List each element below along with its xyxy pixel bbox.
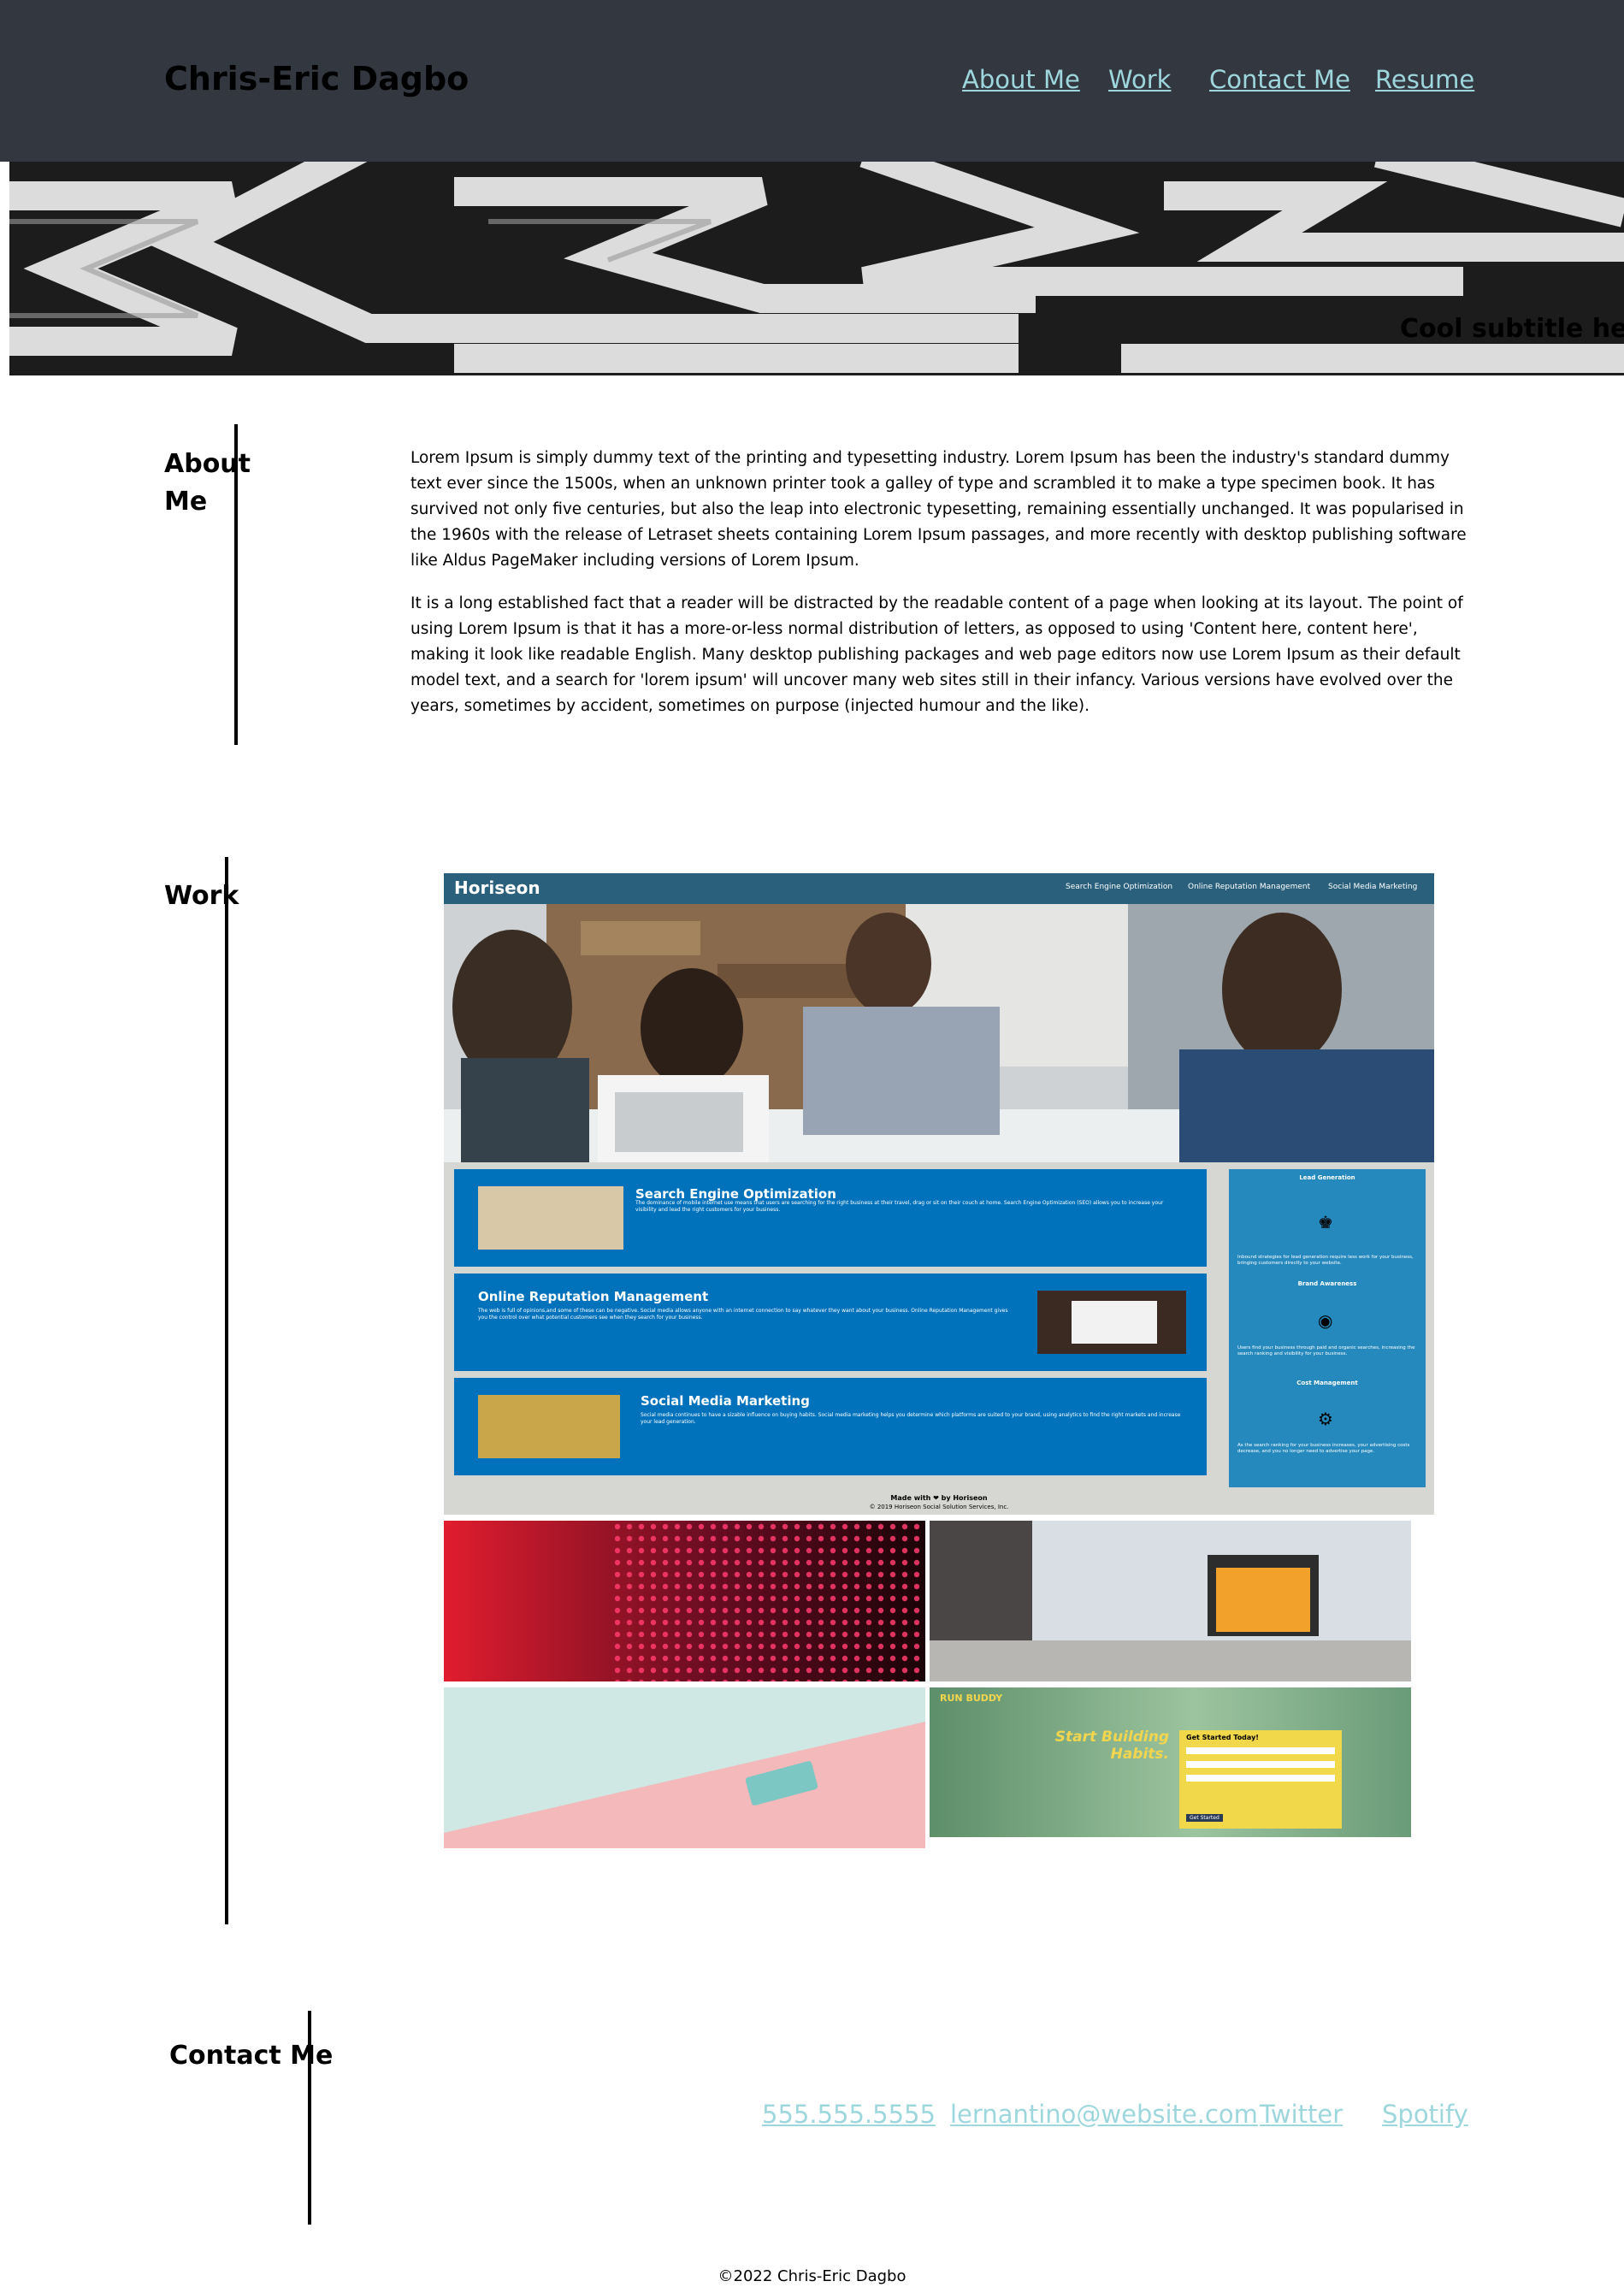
contact-email-link[interactable]: lernantino@website.com (950, 2100, 1258, 2129)
site-footer: ©2022 Chris-Eric Dagbo (0, 2267, 1624, 2285)
nav-link-resume[interactable]: Resume (1375, 65, 1474, 94)
card-text: The dominance of mobile internet use mea… (635, 1200, 1164, 1213)
horiseon-nav-item: Online Reputation Management (1188, 883, 1311, 891)
nav-link-about-me[interactable]: About Me (962, 65, 1080, 94)
featured-project-horiseon[interactable]: Horiseon Search Engine Optimization Onli… (444, 873, 1434, 1515)
project-tile-calculator[interactable] (930, 1521, 1411, 1681)
nav-link-contact-me[interactable]: Contact Me (1209, 65, 1350, 94)
horiseon-card-seo: Search Engine Optimization The dominance… (454, 1169, 1207, 1267)
card-title: Online Reputation Management (478, 1289, 709, 1304)
smm-image (478, 1395, 620, 1458)
hero-subtitle: Cool subtitle here! (1400, 314, 1624, 344)
benefit-title: Cost Management (1296, 1380, 1358, 1386)
run-buddy-headline: Start Building Habits. (1054, 1729, 1169, 1763)
horiseon-brand: Horiseon (454, 878, 540, 898)
nav-link-work[interactable]: Work (1108, 65, 1171, 94)
project-tile-pastel[interactable] (444, 1687, 925, 1848)
orm-image (1037, 1291, 1186, 1354)
about-paragraph: It is a long established fact that a rea… (410, 594, 1463, 715)
hero-banner: Cool subtitle here! (9, 162, 1624, 375)
benefit-text: As the search ranking for your business … (1237, 1443, 1410, 1454)
horiseon-hero-photo (444, 904, 1434, 1162)
site-header: Chris-Eric Dagbo About Me Work Contact M… (0, 0, 1624, 162)
contact-links: 555.555.5555 lernantino@website.com Twit… (0, 2100, 1624, 2134)
horiseon-nav-item: Social Media Marketing (1328, 883, 1418, 891)
horiseon-copyright: © 2019 Horiseon Social Solution Services… (869, 1504, 1009, 1510)
brand-awareness-icon: ◉ (1318, 1310, 1333, 1331)
run-buddy-form: Get Started Today! Get Started (1179, 1730, 1342, 1829)
benefit-title: Lead Generation (1299, 1174, 1355, 1181)
work-divider (225, 857, 228, 1924)
project-tile-red-lights[interactable] (444, 1521, 925, 1681)
hero-maze-image (9, 162, 1624, 375)
pastel-device-image (444, 1687, 925, 1848)
horiseon-card-smm: Social Media Marketing Social media cont… (454, 1378, 1207, 1475)
contact-phone-link[interactable]: 555.555.5555 (762, 2100, 936, 2129)
card-title: Social Media Marketing (641, 1393, 810, 1409)
benefit-title: Brand Awareness (1297, 1280, 1357, 1287)
run-buddy-brand: RUN BUDDY (940, 1693, 1003, 1704)
run-buddy-form-title: Get Started Today! (1186, 1734, 1259, 1741)
seo-image (478, 1186, 623, 1250)
main-nav: About Me Work Contact Me Resume (0, 65, 1624, 99)
contact-spotify-link[interactable]: Spotify (1382, 2100, 1468, 2129)
horiseon-footer-made-with: Made with ❤ by Horiseon (890, 1494, 988, 1502)
horiseon-nav-item: Search Engine Optimization (1066, 883, 1173, 891)
about-paragraph: Lorem Ipsum is simply dummy text of the … (410, 449, 1467, 570)
contact-twitter-link[interactable]: Twitter (1260, 2100, 1343, 2129)
benefit-text: Users find your business through paid an… (1237, 1345, 1415, 1356)
card-text: Social media continues to have a sizable… (641, 1412, 1181, 1425)
red-lights-image (444, 1521, 925, 1681)
calculator-laptop-image (930, 1521, 1411, 1681)
about-text: Lorem Ipsum is simply dummy text of the … (410, 446, 1475, 736)
lead-generation-icon: ♚ (1318, 1212, 1333, 1232)
card-text: The web is full of opinions,and some of … (478, 1308, 1008, 1321)
benefit-text: Inbound strategies for lead generation r… (1237, 1255, 1414, 1266)
horiseon-header: Horiseon Search Engine Optimization Onli… (444, 873, 1434, 904)
project-tile-run-buddy[interactable]: RUN BUDDY Start Building Habits. Get Sta… (930, 1687, 1411, 1837)
about-divider (234, 424, 238, 745)
horiseon-benefits: Lead Generation ♚ Inbound strategies for… (1229, 1169, 1426, 1487)
horiseon-card-orm: Online Reputation Management The web is … (454, 1274, 1207, 1371)
footer-copyright: ©2022 Chris-Eric Dagbo (718, 2267, 906, 2285)
cost-management-icon: ⚙ (1318, 1409, 1333, 1429)
run-buddy-button: Get Started (1186, 1814, 1223, 1822)
